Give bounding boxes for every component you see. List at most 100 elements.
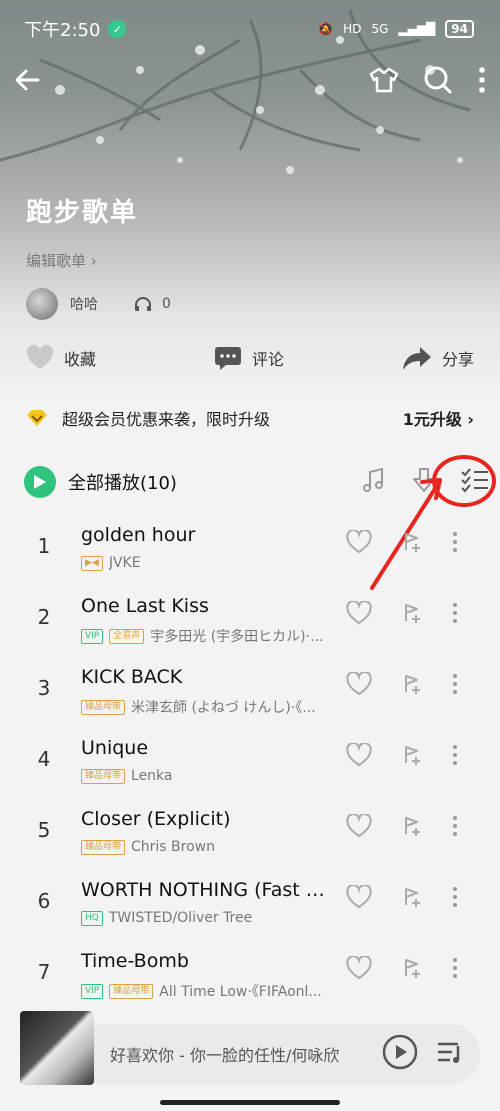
playlist-queue-icon[interactable] [436, 1038, 466, 1070]
headphones-icon [135, 297, 151, 311]
more-options-icon[interactable] [452, 743, 458, 771]
like-icon[interactable] [346, 955, 372, 984]
comment-label: 评论 [251, 350, 284, 369]
song-title[interactable]: Unique [81, 737, 337, 759]
signal-icon: ▂▄▆█ [398, 22, 436, 36]
song-artist: JVKE [108, 555, 141, 571]
song-meta: ▶◀ JVKE [81, 555, 343, 571]
song-row[interactable]: 3 KICK BACK 臻品母带 米津玄師 (よねづ けんし)·《... [0, 652, 500, 723]
song-meta: HQ TWISTED/Oliver Tree [81, 910, 343, 926]
song-meta: 臻品母带 Chris Brown [81, 839, 343, 855]
comment-button[interactable]: 评论 [214, 345, 284, 371]
add-to-playlist-icon[interactable] [400, 814, 424, 842]
song-artist: 米津玄師 (よねづ けんし)·《... [131, 700, 316, 716]
song-tools [346, 955, 458, 984]
quality-icon: ▶◀ [81, 555, 103, 571]
song-tag: 臻品母带 [109, 983, 154, 999]
song-row[interactable]: 1 golden hour ▶◀ JVKE [0, 510, 500, 581]
share-button[interactable]: 分享 [402, 345, 474, 371]
playlist-title: 跑步歌单 [26, 198, 139, 228]
hd-badge: HD [343, 22, 362, 36]
song-tag: 臻品母带 [81, 839, 126, 855]
more-vertical-icon[interactable] [476, 64, 488, 96]
now-playing-title[interactable]: 好喜欢你 - 你一脸的任性/何咏欣 [94, 1042, 382, 1066]
add-to-playlist-icon[interactable] [400, 672, 424, 700]
more-options-icon[interactable] [452, 814, 458, 842]
owner-row: 哈哈 0 [26, 288, 171, 320]
song-row[interactable]: 5 Closer (Explicit) 臻品母带 Chris Brown [0, 794, 500, 865]
vip-banner-text: 超级会员优惠来袭，限时升级 [62, 410, 271, 429]
mini-player[interactable]: 好喜欢你 - 你一脸的任性/何咏欣 [20, 1011, 480, 1085]
vip-diamond-icon [27, 410, 47, 426]
song-title[interactable]: KICK BACK [81, 666, 337, 688]
top-navigation [0, 52, 500, 108]
favorite-button[interactable]: 收藏 [26, 345, 96, 371]
like-icon[interactable] [346, 884, 372, 913]
song-row[interactable]: 2 One Last Kiss VIP 全景声 宇多田光 (宇多田ヒカル)·... [0, 581, 500, 652]
song-number: 3 [37, 676, 51, 700]
song-artist: 宇多田光 (宇多田ヒカル)·... [150, 629, 324, 645]
song-tag: 全景声 [109, 628, 145, 644]
play-all-label: 全部播放(10) [68, 473, 177, 494]
song-row[interactable]: 6 WORTH NOTHING (Fast &... HQ TWISTED/Olive… [0, 865, 500, 936]
play-pause-icon[interactable] [382, 1034, 418, 1074]
song-meta: 臻品母带 米津玄師 (よねづ けんし)·《... [81, 697, 343, 717]
vip-upgrade-button[interactable]: 1元升级 › [403, 406, 474, 430]
more-options-icon[interactable] [452, 530, 458, 558]
like-icon[interactable] [346, 813, 372, 842]
add-to-playlist-icon[interactable] [400, 956, 424, 984]
tshirt-icon[interactable] [368, 64, 400, 96]
song-title[interactable]: WORTH NOTHING (Fast &... [81, 879, 337, 901]
clock: 下午2:50 [24, 20, 101, 41]
mute-icon: 🔕 [318, 22, 334, 36]
play-all-button[interactable]: 全部播放(10) [24, 466, 177, 498]
song-number: 1 [37, 534, 51, 558]
song-title[interactable]: Time-Bomb [81, 950, 337, 972]
search-icon[interactable] [422, 64, 454, 96]
like-icon[interactable] [346, 742, 372, 771]
song-tag: VIP [81, 983, 104, 999]
vip-banner[interactable]: 超级会员优惠来袭，限时升级 1元升级 › [26, 406, 474, 430]
song-tag: VIP [81, 628, 104, 644]
more-options-icon[interactable] [452, 956, 458, 984]
song-title[interactable]: One Last Kiss [81, 595, 337, 617]
song-number: 7 [37, 960, 51, 984]
song-tools [346, 884, 458, 913]
heart-icon [26, 345, 54, 369]
status-bar: 下午2:50 ✓ 🔕 HD 5G ▂▄▆█ 94 [0, 0, 500, 58]
song-row[interactable]: 4 Unique 臻品母带 Lenka [0, 723, 500, 794]
back-icon[interactable] [12, 64, 44, 96]
song-artist: All Time Low·《FIFAonl... [159, 984, 322, 1000]
more-options-icon[interactable] [452, 672, 458, 700]
add-to-playlist-icon[interactable] [400, 601, 424, 629]
song-meta: 臻品母带 Lenka [81, 768, 343, 784]
edit-playlist-link[interactable]: 编辑歌单 › [26, 250, 97, 271]
more-options-icon[interactable] [452, 885, 458, 913]
song-number: 6 [37, 889, 51, 913]
avatar[interactable] [26, 288, 58, 320]
song-title[interactable]: Closer (Explicit) [81, 808, 337, 830]
like-icon[interactable] [346, 671, 372, 700]
song-artist: Lenka [131, 768, 173, 784]
play-icon [24, 466, 56, 498]
song-artist: Chris Brown [131, 839, 215, 855]
add-to-playlist-icon[interactable] [400, 743, 424, 771]
song-tools [346, 529, 458, 558]
like-icon[interactable] [346, 600, 372, 629]
like-icon[interactable] [346, 529, 372, 558]
share-icon [402, 347, 431, 370]
song-tools [346, 671, 458, 700]
network-label: 5G [371, 22, 389, 36]
song-title[interactable]: golden hour [81, 524, 337, 546]
more-options-icon[interactable] [452, 601, 458, 629]
song-meta: VIP 全景声 宇多田光 (宇多田ヒカル)·... [81, 626, 343, 646]
song-row[interactable]: 7 Time-Bomb VIP 臻品母带 All Time Low·《FIFAonl..… [0, 936, 500, 1007]
shield-icon: ✓ [108, 20, 127, 38]
song-list: 1 golden hour ▶◀ JVKE 2 One Last Kiss VIP 全景声 宇多… [0, 510, 500, 1007]
add-to-playlist-icon[interactable] [400, 885, 424, 913]
album-cover[interactable] [20, 1011, 94, 1085]
add-to-playlist-icon[interactable] [400, 530, 424, 558]
listen-count-value: 0 [162, 296, 171, 312]
owner-name[interactable]: 哈哈 [70, 294, 98, 314]
playlist-actions: 收藏 评论 分享 [0, 338, 500, 378]
